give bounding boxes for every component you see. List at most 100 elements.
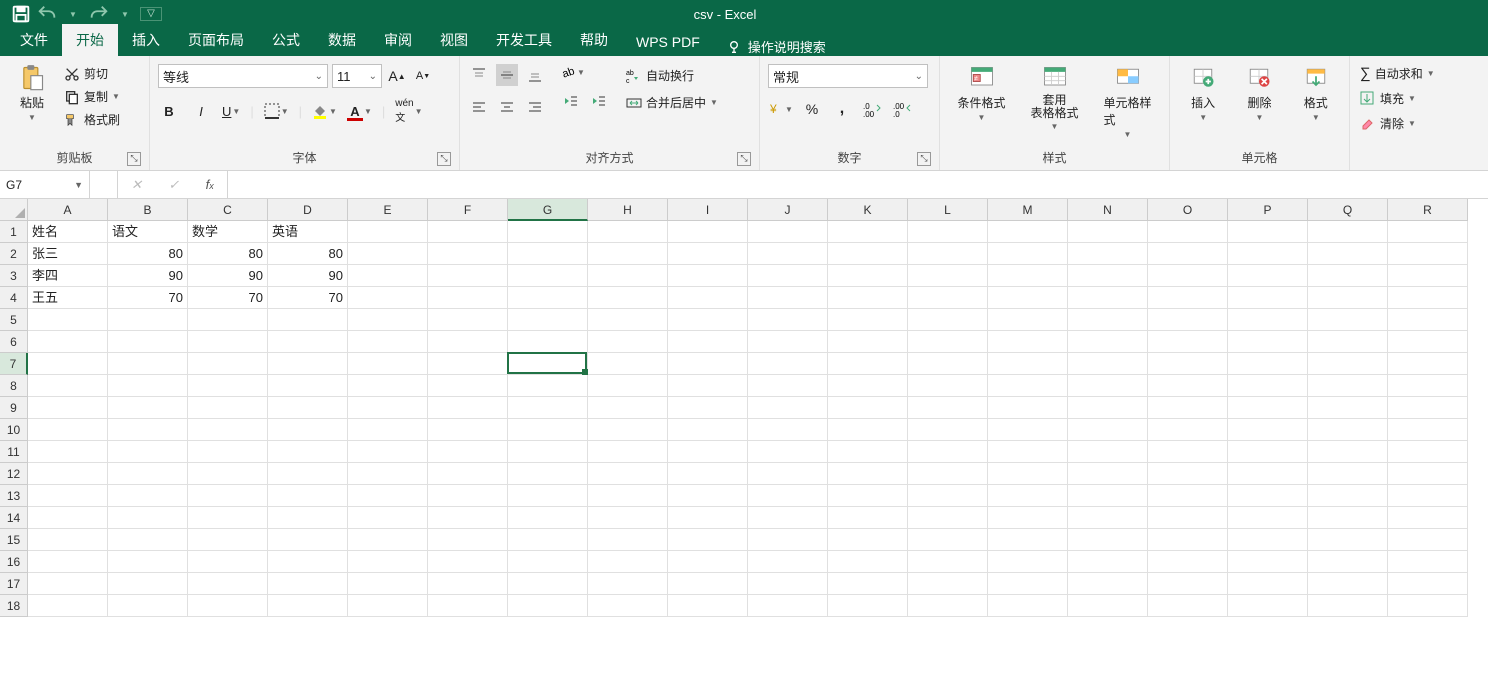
cell[interactable] [1148,287,1228,309]
cell[interactable] [988,529,1068,551]
cell[interactable] [588,309,668,331]
cell[interactable] [988,573,1068,595]
cell[interactable] [668,507,748,529]
cell[interactable] [908,595,988,617]
cell[interactable] [188,353,268,375]
cell[interactable] [988,221,1068,243]
cell[interactable] [348,353,428,375]
cell[interactable] [1388,353,1468,375]
cell[interactable] [748,243,828,265]
cell[interactable] [988,441,1068,463]
cell[interactable] [1228,309,1308,331]
enter-formula-icon[interactable]: ✓ [168,177,179,193]
cell[interactable] [188,485,268,507]
cell[interactable] [188,507,268,529]
cell[interactable] [428,221,508,243]
cell[interactable] [668,309,748,331]
cell[interactable] [588,551,668,573]
cell[interactable] [188,397,268,419]
tab-文件[interactable]: 文件 [6,24,62,56]
cell[interactable] [828,375,908,397]
cell[interactable] [28,551,108,573]
cell[interactable] [348,441,428,463]
cell[interactable] [908,397,988,419]
cell[interactable] [668,463,748,485]
cell[interactable] [588,419,668,441]
cell[interactable] [1308,265,1388,287]
cell[interactable] [668,441,748,463]
row-header[interactable]: 14 [0,507,28,529]
cell[interactable] [588,595,668,617]
row-header[interactable]: 15 [0,529,28,551]
cell[interactable] [1388,507,1468,529]
cell[interactable] [348,573,428,595]
cell[interactable] [748,551,828,573]
cell[interactable] [508,441,588,463]
cell[interactable] [908,441,988,463]
cell[interactable] [1388,485,1468,507]
tab-公式[interactable]: 公式 [258,24,314,56]
cell[interactable] [108,419,188,441]
cell[interactable] [508,529,588,551]
font-name-combo[interactable]: 等线⌄ [158,64,328,88]
cell[interactable] [268,507,348,529]
cell[interactable] [908,287,988,309]
cell[interactable] [588,221,668,243]
cell[interactable] [1388,243,1468,265]
cell[interactable] [1148,419,1228,441]
cell[interactable] [28,463,108,485]
cell[interactable] [1068,375,1148,397]
cell[interactable] [1068,353,1148,375]
cell[interactable] [1068,397,1148,419]
border-icon[interactable]: ▼ [264,103,289,119]
cell[interactable] [428,331,508,353]
cell[interactable] [988,287,1068,309]
cell[interactable] [268,551,348,573]
tab-开始[interactable]: 开始 [62,24,118,56]
cell[interactable] [908,331,988,353]
row-header[interactable]: 12 [0,463,28,485]
select-all-corner[interactable] [0,199,28,221]
cell[interactable] [28,595,108,617]
cell[interactable] [1388,441,1468,463]
cell[interactable] [748,419,828,441]
alignment-launcher-icon[interactable]: ⤡ [737,152,751,166]
align-middle-icon[interactable] [496,64,518,86]
cell[interactable] [1228,221,1308,243]
cell[interactable] [1388,309,1468,331]
cell[interactable] [28,507,108,529]
cell[interactable]: 姓名 [28,221,108,243]
cell[interactable] [348,287,428,309]
insert-cells-button[interactable]: 插入▼ [1179,60,1227,122]
tab-页面布局[interactable]: 页面布局 [174,24,258,56]
cell[interactable] [428,397,508,419]
cell[interactable] [1148,529,1228,551]
cell[interactable] [508,265,588,287]
cell[interactable] [668,331,748,353]
cell[interactable] [908,265,988,287]
cell[interactable] [908,419,988,441]
cell[interactable] [348,397,428,419]
cell[interactable] [828,441,908,463]
cell[interactable] [428,243,508,265]
cell[interactable] [588,485,668,507]
cell[interactable] [1068,243,1148,265]
cell[interactable] [588,573,668,595]
cell[interactable] [588,463,668,485]
cell[interactable] [1148,265,1228,287]
cell[interactable] [108,573,188,595]
cell[interactable] [1228,419,1308,441]
cell[interactable] [1148,485,1228,507]
cell[interactable] [268,419,348,441]
cell[interactable] [508,397,588,419]
cell[interactable] [988,397,1068,419]
align-bottom-icon[interactable] [524,64,546,86]
clipboard-launcher-icon[interactable]: ⤡ [127,152,141,166]
cell[interactable] [988,551,1068,573]
column-header[interactable]: M [988,199,1068,221]
cell[interactable] [1228,463,1308,485]
cell[interactable] [988,507,1068,529]
cell[interactable] [508,551,588,573]
cell[interactable] [348,419,428,441]
align-top-icon[interactable] [468,64,490,86]
